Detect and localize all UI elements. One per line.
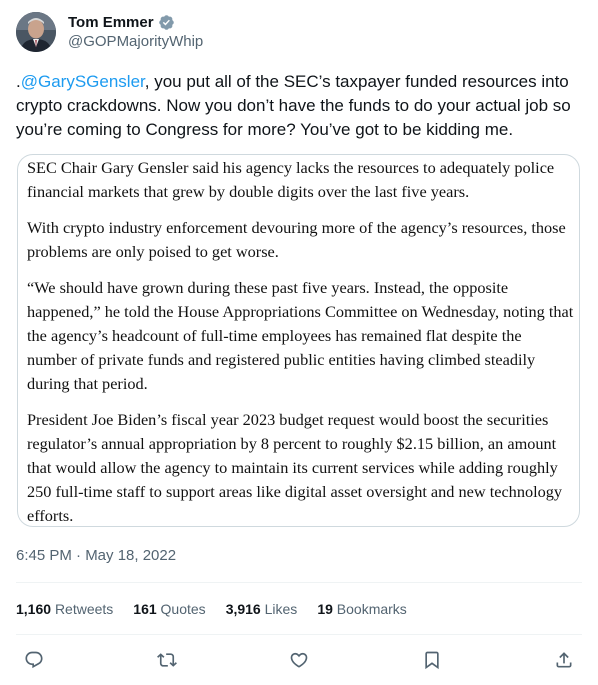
bookmarks-count: 19 (317, 601, 333, 617)
retweets-label: Retweets (54, 601, 114, 617)
article-paragraph: President Joe Biden’s fiscal year 2023 b… (27, 410, 563, 525)
tweet-timestamp[interactable]: 6:45 PM · May 18, 2022 (16, 546, 176, 566)
reply-icon (25, 651, 43, 669)
quotes-count: 161 (133, 601, 157, 617)
likes-stat[interactable]: 3,916 Likes (226, 599, 298, 619)
retweets-stat[interactable]: 1,160 Retweets (16, 599, 113, 619)
like-button[interactable] (281, 645, 317, 675)
like-icon (290, 652, 308, 668)
retweet-icon (156, 653, 177, 667)
tweet-text: .@GarySGensler, you put all of the SEC’s… (16, 70, 582, 142)
article-paragraph: With crypto industry enforcement devouri… (27, 218, 566, 261)
reply-button[interactable] (16, 645, 52, 675)
bookmark-button[interactable] (414, 645, 450, 675)
avatar[interactable] (16, 12, 56, 52)
quotes-label: Quotes (160, 601, 206, 617)
bookmarks-stat[interactable]: 19 Bookmarks (317, 599, 407, 619)
author-name[interactable]: Tom Emmer (68, 13, 154, 32)
action-bar (16, 645, 582, 675)
likes-count: 3,916 (225, 601, 261, 617)
quoted-article-image[interactable]: SEC Chair Gary Gensler said his agency l… (17, 154, 580, 527)
bookmarks-label: Bookmarks (336, 601, 407, 617)
author-handle[interactable]: @GOPMajorityWhip (68, 32, 203, 52)
article-paragraph: “We should have grown during these past … (27, 278, 574, 393)
bookmark-icon (424, 651, 439, 670)
likes-label: Likes (264, 601, 298, 617)
share-button[interactable] (546, 645, 582, 675)
article-excerpt: SEC Chair Gary Gensler said his agency l… (27, 156, 575, 526)
divider (16, 582, 582, 583)
divider (16, 634, 582, 635)
quotes-stat[interactable]: 161 Quotes (133, 599, 205, 619)
article-paragraph: SEC Chair Gary Gensler said his agency l… (27, 158, 555, 201)
share-icon (556, 652, 572, 668)
engagement-stats: 1,160 Retweets 161 Quotes 3,916 Likes 19… (16, 599, 427, 619)
author-info: Tom Emmer @GOPMajorityWhip (68, 13, 203, 52)
tweet-header: Tom Emmer @GOPMajorityWhip (16, 10, 203, 54)
verified-badge-icon (158, 14, 175, 31)
mention-link[interactable]: @GarySGensler (21, 72, 145, 91)
retweets-count: 1,160 (16, 601, 52, 617)
retweet-button[interactable] (149, 645, 185, 675)
